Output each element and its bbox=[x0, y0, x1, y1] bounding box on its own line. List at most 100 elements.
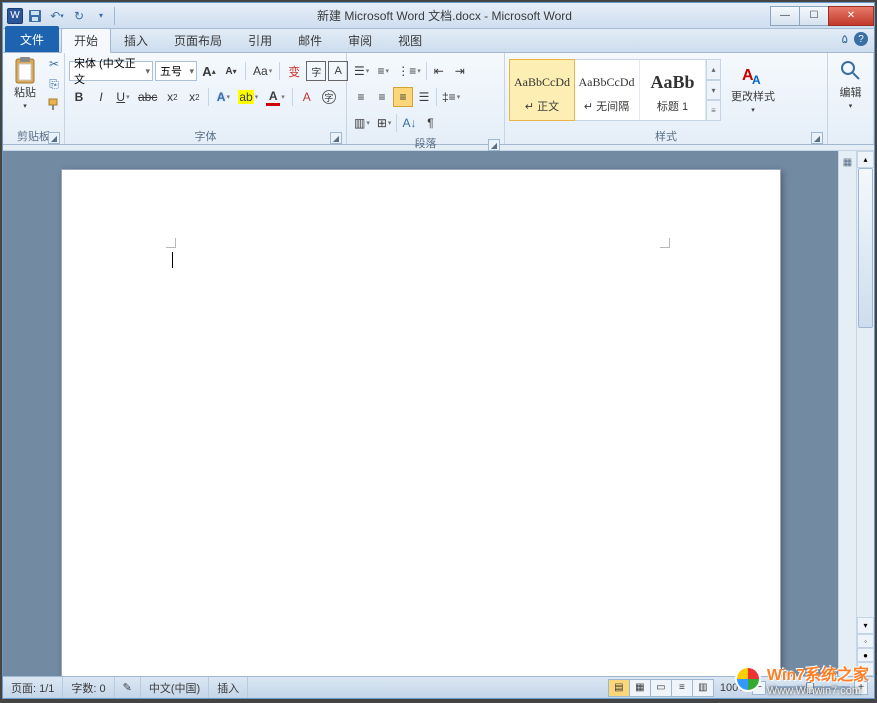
help-icon[interactable]: ? bbox=[854, 32, 868, 46]
status-words[interactable]: 字数: 0 bbox=[63, 677, 114, 698]
next-page-icon[interactable]: ◦ bbox=[857, 662, 874, 676]
view-print-layout-icon[interactable]: ▤ bbox=[608, 679, 630, 697]
zoom-slider[interactable] bbox=[770, 686, 850, 690]
tab-home[interactable]: 开始 bbox=[61, 28, 111, 53]
line-spacing-button[interactable]: ‡≡▾ bbox=[439, 87, 463, 107]
tab-references[interactable]: 引用 bbox=[235, 28, 285, 52]
qat-customize-icon[interactable]: ▾ bbox=[91, 6, 111, 26]
italic-button[interactable]: I bbox=[91, 87, 111, 107]
zoom-thumb[interactable] bbox=[806, 682, 814, 694]
zoom-in-button[interactable]: + bbox=[854, 681, 868, 695]
subscript-button[interactable]: x2 bbox=[162, 87, 182, 107]
borders-button[interactable]: ⊞▾ bbox=[374, 113, 395, 133]
font-name-combo[interactable]: 宋体 (中文正文 bbox=[69, 61, 153, 81]
copy-icon[interactable]: ⎘ bbox=[45, 75, 63, 93]
view-web-icon[interactable]: ▭ bbox=[650, 679, 672, 697]
strikethrough-button[interactable]: abc bbox=[135, 87, 160, 107]
scroll-track[interactable] bbox=[857, 168, 874, 617]
clear-format-button[interactable]: A bbox=[297, 87, 317, 107]
tab-view[interactable]: 视图 bbox=[385, 28, 435, 52]
editing-button[interactable]: 编辑▾ bbox=[833, 55, 869, 115]
multilevel-button[interactable]: ⋮≡▾ bbox=[394, 61, 424, 81]
style-heading1[interactable]: AaBb 标题 1 bbox=[640, 60, 706, 120]
character-shading-button[interactable]: A bbox=[328, 61, 348, 81]
align-distribute-button[interactable]: ☰ bbox=[414, 87, 434, 107]
save-icon[interactable] bbox=[25, 6, 45, 26]
change-styles-button[interactable]: AA 更改样式▾ bbox=[727, 59, 779, 119]
format-painter-icon[interactable] bbox=[45, 95, 63, 113]
font-dialog-launcher[interactable]: ◢ bbox=[330, 132, 342, 144]
tab-insert[interactable]: 插入 bbox=[111, 28, 161, 52]
group-label-clipboard: 剪贴板 bbox=[17, 131, 50, 143]
tab-file[interactable]: 文件 bbox=[5, 26, 59, 52]
status-mode[interactable]: 插入 bbox=[209, 677, 248, 698]
underline-button[interactable]: U▾ bbox=[113, 87, 133, 107]
minimize-button[interactable]: — bbox=[770, 6, 800, 26]
maximize-button[interactable]: ☐ bbox=[799, 6, 829, 26]
align-center-button[interactable]: ≡ bbox=[372, 87, 392, 107]
highlight-button[interactable]: ab▾ bbox=[235, 87, 261, 107]
scroll-thumb[interactable] bbox=[858, 168, 873, 328]
increase-indent-button[interactable]: ⇥ bbox=[450, 61, 470, 81]
status-proof-icon[interactable]: ✎ bbox=[115, 677, 141, 698]
gallery-up-icon[interactable]: ▴ bbox=[707, 59, 721, 80]
vertical-scrollbar[interactable]: ▴ ▾ ◦ ● ◦ bbox=[856, 151, 874, 676]
text-effects-button[interactable]: A▾ bbox=[213, 87, 233, 107]
superscript-button[interactable]: x2 bbox=[184, 87, 204, 107]
undo-icon[interactable]: ↶▾ bbox=[47, 6, 67, 26]
svg-text:A: A bbox=[752, 73, 761, 87]
gallery-down-icon[interactable]: ▾ bbox=[707, 80, 721, 101]
grow-font-button[interactable]: A▴ bbox=[199, 61, 219, 81]
shading-button[interactable]: ▥▾ bbox=[351, 113, 373, 133]
style-no-spacing[interactable]: AaBbCcDd ↵ 无间隔 bbox=[574, 60, 640, 120]
bold-button[interactable]: B bbox=[69, 87, 89, 107]
font-size-combo[interactable]: 五号 bbox=[155, 61, 197, 81]
bullets-button[interactable]: ☰▾ bbox=[351, 61, 372, 81]
page[interactable] bbox=[61, 169, 781, 676]
shrink-font-button[interactable]: A▾ bbox=[221, 61, 241, 81]
view-fullscreen-icon[interactable]: ▦ bbox=[629, 679, 651, 697]
gallery-more-icon[interactable]: ≡ bbox=[707, 100, 721, 121]
titlebar: W ↶▾ ↻ ▾ 新建 Microsoft Word 文档.docx - Mic… bbox=[3, 3, 874, 29]
ruler-toggle-icon[interactable]: ▦ bbox=[841, 155, 855, 169]
align-left-button[interactable]: ≡ bbox=[351, 87, 371, 107]
group-label-font: 字体 bbox=[195, 131, 217, 143]
close-button[interactable]: ✕ bbox=[828, 6, 874, 26]
prev-page-icon[interactable]: ◦ bbox=[857, 634, 874, 648]
browse-object-icon[interactable]: ● bbox=[857, 648, 874, 662]
enclose-chars-button[interactable]: 字 bbox=[319, 87, 339, 107]
gallery-scroll: ▴ ▾ ≡ bbox=[707, 59, 721, 121]
minimize-ribbon-icon[interactable]: ۵ bbox=[842, 32, 848, 46]
clipboard-dialog-launcher[interactable]: ◢ bbox=[48, 132, 60, 144]
paste-button[interactable]: 粘贴▾ bbox=[7, 55, 43, 115]
tab-review[interactable]: 审阅 bbox=[335, 28, 385, 52]
scroll-up-icon[interactable]: ▴ bbox=[857, 151, 874, 168]
word-app-icon[interactable]: W bbox=[7, 8, 23, 24]
margin-corner-tl bbox=[166, 238, 176, 248]
phonetic-guide-button[interactable]: 变 bbox=[284, 61, 304, 81]
style-normal[interactable]: AaBbCcDd ↵ 正文 bbox=[509, 59, 575, 121]
sort-button[interactable]: A↓ bbox=[399, 113, 419, 133]
character-border-button[interactable]: 字 bbox=[306, 61, 326, 81]
view-draft-icon[interactable]: ▥ bbox=[692, 679, 714, 697]
text-cursor bbox=[172, 252, 173, 268]
view-outline-icon[interactable]: ≡ bbox=[671, 679, 693, 697]
paragraph-dialog-launcher[interactable]: ◢ bbox=[488, 139, 500, 151]
tab-mailings[interactable]: 邮件 bbox=[285, 28, 335, 52]
document-scroll[interactable] bbox=[3, 151, 838, 676]
numbering-button[interactable]: ≡▾ bbox=[373, 61, 393, 81]
styles-dialog-launcher[interactable]: ◢ bbox=[811, 132, 823, 144]
cut-icon[interactable]: ✂ bbox=[45, 55, 63, 73]
scroll-down-icon[interactable]: ▾ bbox=[857, 617, 874, 634]
show-marks-button[interactable]: ¶ bbox=[420, 113, 440, 133]
zoom-out-button[interactable]: − bbox=[752, 681, 766, 695]
align-justify-button[interactable]: ≡ bbox=[393, 87, 413, 107]
decrease-indent-button[interactable]: ⇤ bbox=[429, 61, 449, 81]
font-color-button[interactable]: A▾ bbox=[263, 87, 288, 107]
tab-page-layout[interactable]: 页面布局 bbox=[161, 28, 235, 52]
zoom-level[interactable]: 100% bbox=[720, 682, 748, 694]
status-language[interactable]: 中文(中国) bbox=[141, 677, 209, 698]
change-case-button[interactable]: Aa▾ bbox=[250, 61, 275, 81]
redo-icon[interactable]: ↻ bbox=[69, 6, 89, 26]
status-page[interactable]: 页面: 1/1 bbox=[3, 677, 63, 698]
